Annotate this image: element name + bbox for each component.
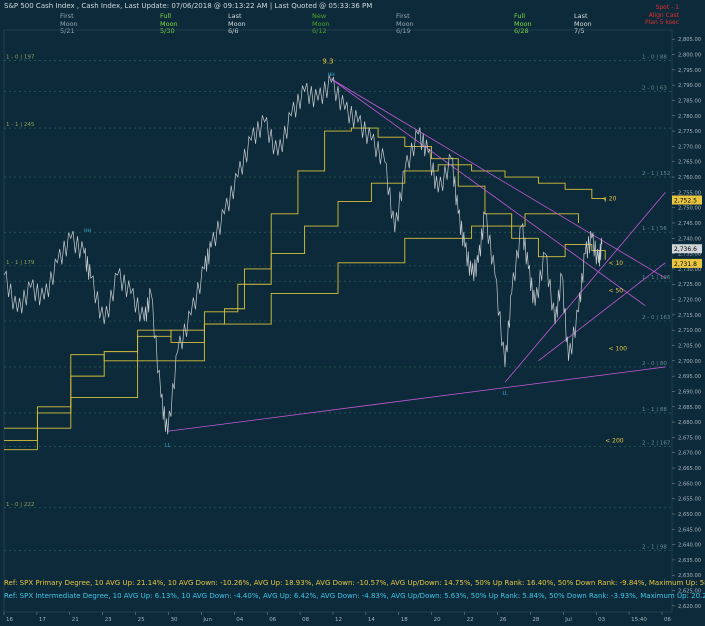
pivot-mark: HH (328, 72, 335, 78)
y-tick-label: 2,710.00 (678, 328, 701, 334)
fib-level-label: 2 - 0 | 80 (642, 361, 667, 367)
fib-level-label: 2 - 2 | 167 (642, 441, 671, 447)
y-tick-label: 2,740.00 (678, 236, 701, 242)
y-tick-label: 2,765.00 (678, 160, 701, 166)
price-label: 2,731.8 (674, 261, 697, 268)
y-tick-label: 2,680.00 (678, 420, 701, 426)
price-label: 2,752.5 (674, 198, 697, 205)
y-tick-label: 2,725.00 (678, 282, 701, 288)
x-tick-label: 12 (335, 617, 342, 623)
x-tick-label: Jun (202, 617, 212, 623)
x-tick-label: 23 (105, 617, 112, 623)
ma-label: < 100 (609, 346, 628, 353)
x-tick-label: 14 (368, 617, 375, 623)
y-tick-label: 2,635.00 (678, 558, 701, 564)
annotation-label: 9.3 (322, 58, 333, 66)
trend-line (167, 366, 666, 432)
fib-level-label: 2 - 1 | 98 (642, 545, 667, 551)
y-tick-label: 2,760.00 (678, 175, 701, 181)
y-tick-label: 2,715.00 (678, 313, 701, 319)
x-tick-label: 30 (170, 617, 177, 623)
x-tick-label: 06 (664, 617, 671, 623)
y-tick-label: 2,650.00 (678, 512, 701, 518)
y-tick-label: 2,780.00 (678, 114, 701, 120)
y-tick-label: 2,660.00 (678, 481, 701, 487)
y-tick-label: 2,675.00 (678, 435, 701, 441)
x-tick-label: 16 (6, 617, 13, 623)
y-tick-label: 2,770.00 (678, 144, 701, 150)
price-label: 2,736.6 (674, 246, 697, 253)
y-tick-label: 2,705.00 (678, 344, 701, 350)
fib-level-label: 1 - 0 | 222 (6, 502, 34, 508)
y-tick-label: 2,790.00 (678, 83, 701, 89)
y-tick-label: 2,665.00 (678, 466, 701, 472)
x-tick-label: 26 (499, 617, 506, 623)
fib-level-label: 1 - 1 | 245 (6, 122, 35, 128)
x-tick-label: 03 (598, 617, 605, 623)
x-tick-label: 15:40 (631, 617, 647, 623)
x-tick-label: 21 (72, 617, 79, 623)
y-tick-label: 2,685.00 (678, 405, 701, 411)
fib-level-label: 2 - 0 | 163 (642, 315, 671, 321)
y-tick-label: 2,795.00 (678, 68, 701, 74)
y-tick-label: 2,695.00 (678, 374, 701, 380)
y-tick-label: 2,620.00 (678, 604, 701, 610)
trend-line (331, 78, 666, 279)
fib-level-label: 1 - 1 | 196 (642, 275, 671, 281)
trend-line (504, 192, 666, 383)
fib-level-label: 1 - 1 | 88 (642, 407, 667, 413)
ma-label: < 50 (609, 287, 624, 294)
x-tick-label: Jul (564, 617, 572, 623)
x-tick-label: 18 (401, 617, 408, 623)
x-tick-label: 17 (39, 617, 46, 623)
x-tick-label: 25 (138, 617, 145, 623)
fib-level-label: 1 - 1 | 179 (6, 260, 35, 266)
pivot-mark: HH (84, 228, 91, 234)
y-tick-label: 2,670.00 (678, 451, 701, 457)
intermediate-degree-stats: Ref: SPX Intermediate Degree, 10 AVG Up:… (4, 592, 705, 600)
y-tick-label: 2,645.00 (678, 527, 701, 533)
y-tick-label: 2,745.00 (678, 221, 701, 227)
price-chart[interactable]: 2,620.002,625.002,630.002,635.002,640.00… (0, 0, 705, 626)
x-tick-label: 20 (434, 617, 441, 623)
y-tick-label: 2,775.00 (678, 129, 701, 135)
y-tick-label: 2,720.00 (678, 298, 701, 304)
ma-label: < 10 (609, 260, 624, 267)
x-tick-label: 28 (532, 617, 539, 623)
y-tick-label: 2,805.00 (678, 37, 701, 43)
y-tick-label: 2,655.00 (678, 497, 701, 503)
price-series (3, 75, 603, 435)
chart-window: { "title": "S&P 500 Cash Index , Cash In… (0, 0, 705, 626)
fib-level-label: 2 - 0 | 63 (642, 85, 667, 91)
ma-label: < 200 (605, 437, 624, 444)
y-tick-label: 2,690.00 (678, 389, 701, 395)
ma-label: < 20 (602, 195, 617, 202)
pivot-mark: LL (165, 442, 171, 448)
x-tick-label: 22 (467, 617, 474, 623)
y-tick-label: 2,755.00 (678, 190, 701, 196)
fib-level-label: 1 - 0 | 197 (6, 55, 35, 61)
y-tick-label: 2,750.00 (678, 206, 701, 212)
y-tick-label: 2,640.00 (678, 543, 701, 549)
fib-level-label: 1 - 0 | 88 (642, 55, 667, 61)
x-tick-label: 06 (269, 617, 276, 623)
x-tick-label: 08 (302, 617, 309, 623)
y-tick-label: 2,700.00 (678, 359, 701, 365)
pivot-mark: LL (502, 390, 508, 396)
y-tick-label: 2,800.00 (678, 53, 701, 59)
moving-average-line (4, 164, 606, 441)
y-tick-label: 2,785.00 (678, 98, 701, 104)
fib-level-label: 2 - 1 | 152 (642, 171, 670, 177)
x-tick-label: 04 (236, 617, 243, 623)
fib-level-label: 1 - 1 | 56 (642, 226, 667, 232)
primary-degree-stats: Ref: SPX Primary Degree, 10 AVG Up: 21.1… (4, 579, 705, 587)
